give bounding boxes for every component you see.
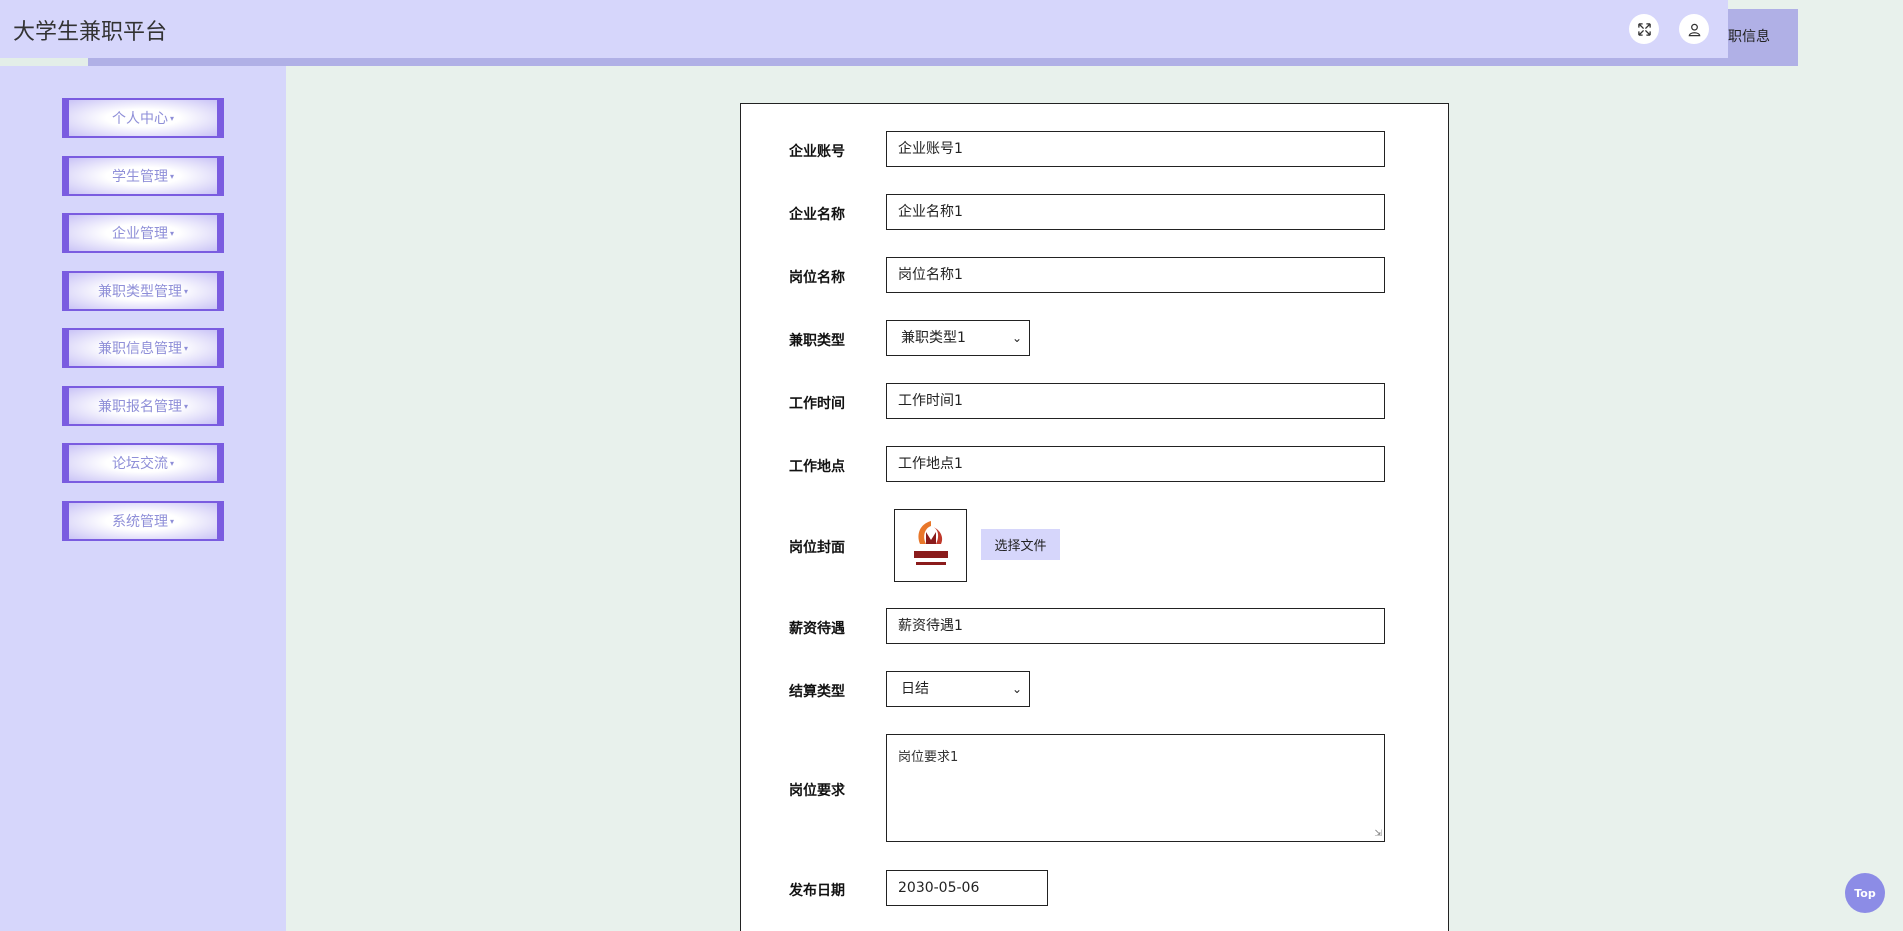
company-account-input[interactable]: 企业账号1 [886,131,1385,167]
label-salary: 薪资待遇 [789,621,845,637]
position-name-input[interactable]: 岗位名称1 [886,257,1385,293]
sidebar-item-job-type-mgmt[interactable]: 兼职类型管理 ▾ [62,271,224,311]
label-job-type: 兼职类型 [789,333,845,349]
sidebar-item-label: 兼职信息管理 [97,341,182,357]
back-to-top-button[interactable]: Top [1845,873,1885,913]
sidebar-item-label: 兼职报名管理 [97,399,182,415]
chevron-down-icon: ▾ [183,401,188,411]
sidebar-item-label: 系统管理 [111,514,168,530]
sidebar-item-personal-center[interactable]: 个人中心 ▾ [62,98,224,138]
chevron-down-icon: ▾ [183,286,188,296]
label-work-place: 工作地点 [789,459,845,475]
sidebar-item-label: 学生管理 [111,169,168,185]
settlement-value: 日结 [901,681,929,697]
logo-icon [913,521,948,565]
label-publish-date: 发布日期 [789,883,845,899]
label-settlement: 结算类型 [789,684,845,700]
label-position-name: 岗位名称 [789,270,845,286]
label-work-time: 工作时间 [789,396,845,412]
publish-date-input[interactable]: 2030-05-06 [886,870,1048,906]
sidebar-item-job-info-mgmt[interactable]: 兼职信息管理 ▾ [62,328,224,368]
sidebar-item-label: 论坛交流 [111,456,168,472]
job-type-value: 兼职类型1 [901,330,966,346]
choose-file-button[interactable]: 选择文件 [981,529,1060,560]
sidebar-item-company-mgmt[interactable]: 企业管理 ▾ [62,213,224,253]
job-info-form: 企业账号 企业账号1 企业名称 企业名称1 岗位名称 岗位名称1 兼职类型 兼职… [740,103,1449,931]
chevron-down-icon: ▾ [169,228,174,238]
work-time-input[interactable]: 工作时间1 [886,383,1385,419]
top-header: 大学生兼职平台 [0,0,1728,58]
work-place-input[interactable]: 工作地点1 [886,446,1385,482]
sidebar-item-student-mgmt[interactable]: 学生管理 ▾ [62,156,224,196]
sidebar-item-forum[interactable]: 论坛交流 ▾ [62,443,224,483]
requirements-textarea[interactable]: 岗位要求1 ⇲ [886,734,1385,842]
label-company-account: 企业账号 [789,144,845,160]
sidebar: 个人中心 ▾ 学生管理 ▾ 企业管理 ▾ 兼职类型管理 ▾ 兼职信息管理 ▾ 兼职报名管理… [0,66,286,931]
settlement-select[interactable]: 日结 ⌄ [886,671,1030,707]
label-company-name: 企业名称 [789,207,845,223]
tab-job-info[interactable]: 职信息 [1728,9,1798,66]
chevron-down-icon: ▾ [183,343,188,353]
sidebar-item-label: 企业管理 [111,226,168,242]
chevron-down-icon: ⌄ [1011,682,1022,696]
sidebar-item-application-mgmt[interactable]: 兼职报名管理 ▾ [62,386,224,426]
salary-input[interactable]: 薪资待遇1 [886,608,1385,644]
chevron-down-icon: ▾ [169,458,174,468]
tab-label: 职信息 [1728,29,1770,45]
site-title: 大学生兼职平台 [13,20,168,45]
requirements-value: 岗位要求1 [898,750,959,765]
resize-handle-icon[interactable]: ⇲ [1374,829,1382,839]
label-requirements: 岗位要求 [789,783,845,799]
chevron-down-icon: ▾ [169,516,174,526]
sidebar-item-system-mgmt[interactable]: 系统管理 ▾ [62,501,224,541]
header-strip-left [0,58,88,66]
company-name-input[interactable]: 企业名称1 [886,194,1385,230]
fullscreen-icon[interactable] [1629,14,1659,44]
cover-image-preview[interactable] [894,509,967,582]
sidebar-item-label: 个人中心 [111,111,168,127]
chevron-down-icon: ▾ [169,171,174,181]
job-type-select[interactable]: 兼职类型1 ⌄ [886,320,1030,356]
sidebar-item-label: 兼职类型管理 [97,284,182,300]
chevron-down-icon: ▾ [169,113,174,123]
chevron-down-icon: ⌄ [1011,331,1022,345]
label-cover: 岗位封面 [789,540,845,556]
header-strip [88,58,1798,66]
user-icon[interactable] [1679,14,1709,44]
